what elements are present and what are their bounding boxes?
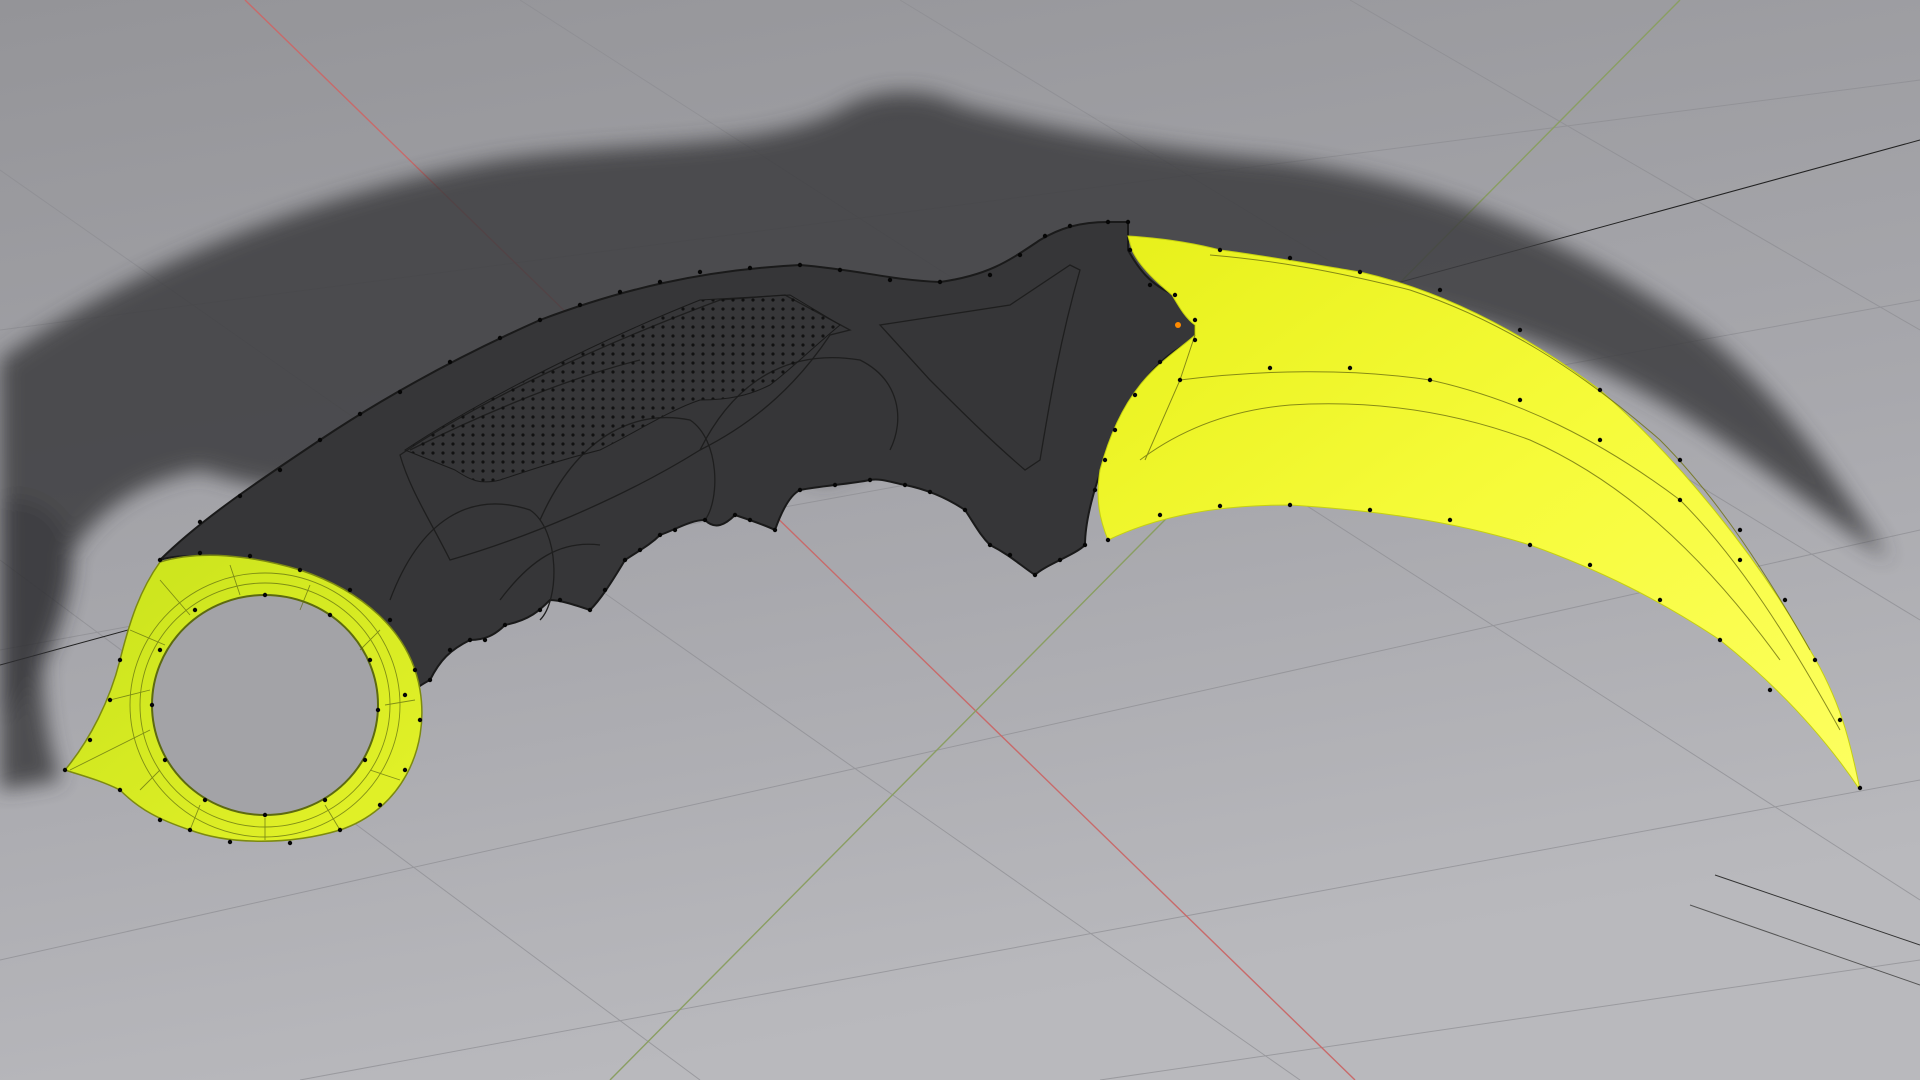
viewport-canvas[interactable] (0, 0, 1920, 1080)
finger-ring-hole (151, 594, 379, 816)
3d-viewport[interactable] (0, 0, 1920, 1080)
origin-icon[interactable] (1175, 322, 1181, 328)
